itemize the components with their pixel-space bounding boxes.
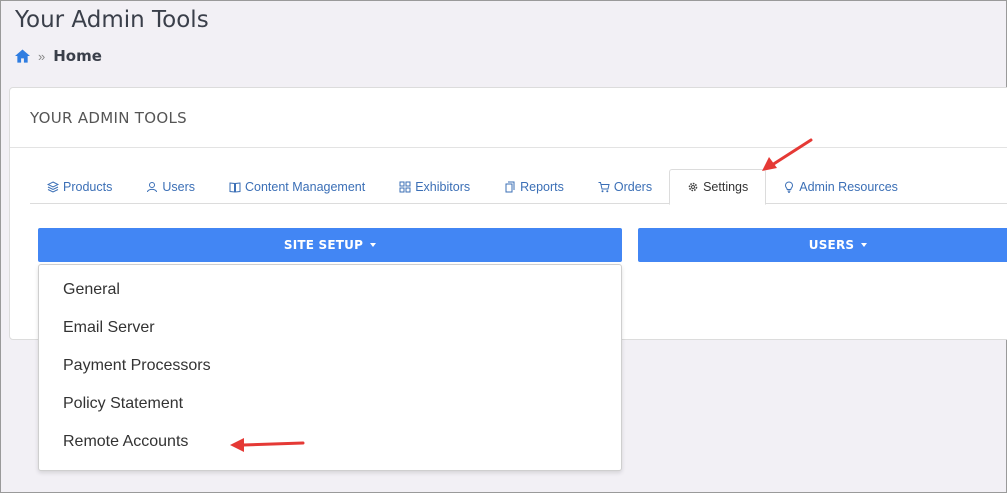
tab-products[interactable]: Products: [30, 169, 129, 205]
menu-item-payment-processors[interactable]: Payment Processors: [39, 347, 621, 385]
menu-item-remote-accounts[interactable]: Remote Accounts: [39, 423, 621, 461]
caret-down-icon: [370, 243, 377, 247]
caret-down-icon: [861, 243, 868, 247]
book-icon: [229, 182, 241, 193]
file-icon: [505, 181, 515, 193]
tab-content-management[interactable]: Content Management: [212, 169, 382, 205]
gear-icon: [688, 182, 698, 192]
users-label: USERS: [808, 238, 855, 252]
menu-item-general[interactable]: General: [39, 271, 621, 309]
tab-exhibitors[interactable]: Exhibitors: [382, 169, 487, 205]
page-title: Your Admin Tools: [15, 7, 209, 33]
annotation-arrow-settings-icon: [762, 138, 813, 171]
tab-orders[interactable]: Orders: [581, 169, 669, 205]
tab-label: Products: [63, 180, 113, 194]
tab-label: Reports: [520, 180, 564, 194]
tab-label: Settings: [703, 180, 749, 194]
lightbulb-icon: [785, 181, 794, 193]
tab-label: Orders: [613, 180, 653, 194]
users-button[interactable]: USERS: [638, 228, 1007, 262]
annotation-arrow-remote-accounts-icon: [230, 438, 305, 452]
layers-icon: [47, 181, 59, 193]
breadcrumb-current: Home: [53, 47, 102, 65]
tab-users[interactable]: Users: [129, 169, 212, 205]
tab-label: Admin Resources: [799, 180, 898, 194]
site-setup-label: SITE SETUP: [283, 238, 364, 252]
breadcrumb: » Home: [15, 47, 102, 65]
tab-settings[interactable]: Settings: [669, 169, 767, 205]
menu-item-policy-statement[interactable]: Policy Statement: [39, 385, 621, 423]
site-setup-dropdown: General Email Server Payment Processors …: [38, 264, 622, 471]
home-icon[interactable]: [15, 49, 30, 63]
tab-label: Content Management: [245, 180, 366, 194]
users-icon: [147, 182, 158, 193]
tab-reports[interactable]: Reports: [487, 169, 581, 205]
grid-icon: [399, 181, 411, 193]
site-setup-button[interactable]: SITE SETUP: [38, 228, 622, 262]
card-header: YOUR ADMIN TOOLS: [10, 88, 1007, 148]
tab-label: Exhibitors: [415, 180, 471, 194]
tab-bar: Products Users Content Management Exhibi…: [30, 168, 1007, 205]
tab-label: Users: [162, 180, 195, 194]
menu-item-email-server[interactable]: Email Server: [39, 309, 621, 347]
cart-icon: [598, 182, 610, 193]
breadcrumb-separator: »: [38, 48, 46, 64]
